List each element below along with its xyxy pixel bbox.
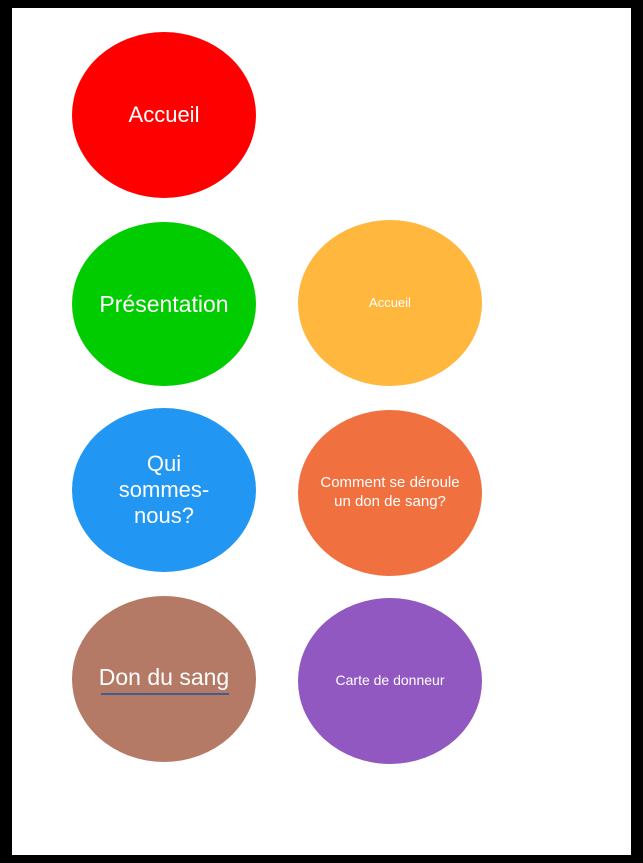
- menu-presentation-button[interactable]: Présentation: [72, 222, 256, 386]
- menu-don-du-sang-button[interactable]: Don du sang: [72, 596, 256, 762]
- menu-accueil-button[interactable]: Accueil: [72, 32, 256, 198]
- menu-don-du-sang-label: Don du sang: [98, 663, 230, 690]
- submenu-carte-label: Carte de donneur: [335, 672, 445, 689]
- menu-presentation-label: Présentation: [99, 290, 229, 317]
- menu-don-du-sang-link[interactable]: Don du sang: [98, 663, 230, 696]
- active-underline: [100, 693, 230, 696]
- submenu-deroulement-button[interactable]: Comment se déroule un don de sang?: [298, 410, 482, 576]
- submenu-deroulement-label: Comment se déroule un don de sang?: [320, 474, 460, 510]
- menu-qui-sommes-nous-label: Qui sommes-nous?: [118, 451, 210, 528]
- submenu-accueil-label: Accueil: [369, 294, 411, 310]
- submenu-accueil-button[interactable]: Accueil: [298, 220, 482, 386]
- menu-accueil-label: Accueil: [128, 102, 200, 128]
- page-canvas: Accueil Présentation Qui sommes-nous? Do…: [12, 8, 631, 855]
- submenu-carte-button[interactable]: Carte de donneur: [298, 598, 482, 764]
- menu-qui-sommes-nous-button[interactable]: Qui sommes-nous?: [72, 408, 256, 572]
